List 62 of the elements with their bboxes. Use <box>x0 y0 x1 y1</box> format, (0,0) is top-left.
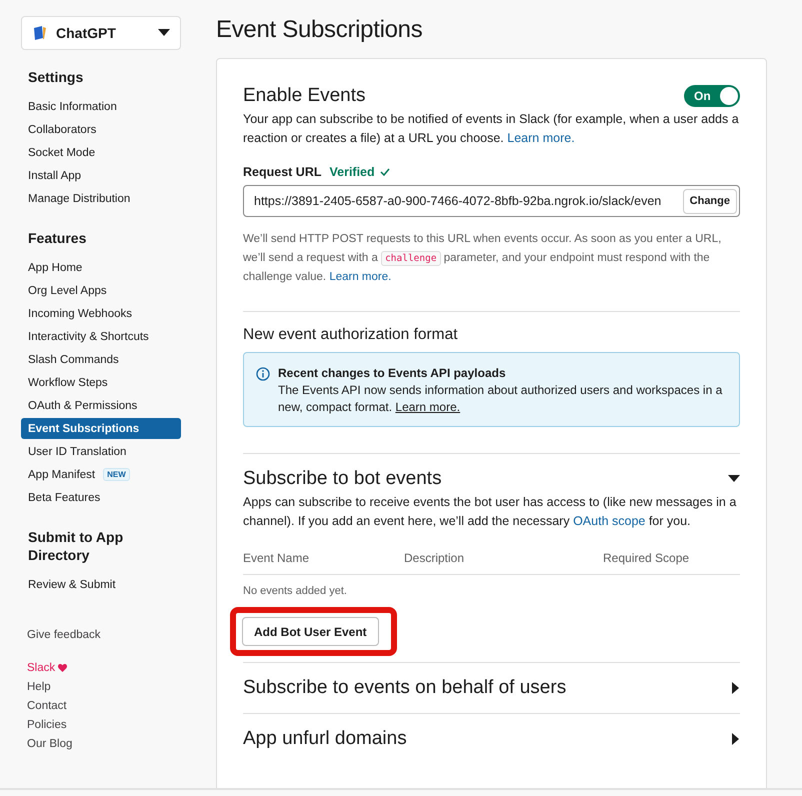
sidebar-heading: Features <box>28 229 88 247</box>
footer-link[interactable]: Our Blog <box>21 734 181 753</box>
sidebar-item[interactable]: Slash Commands <box>21 349 181 370</box>
new-badge: NEW <box>103 468 130 481</box>
sidebar-item[interactable]: App Home <box>21 257 181 278</box>
sidebar-heading: Submit to App Directory <box>28 528 124 564</box>
sidebar-item[interactable]: Interactivity & Shortcuts <box>21 326 181 347</box>
url-field[interactable]: https://3891-2405-6587-a0-900-7466-4072-8bfb-92ba.ngrok.io/slack/even Change <box>243 185 740 217</box>
toggle-switch[interactable]: On <box>684 85 740 107</box>
feedback-link[interactable]: Give feedback <box>21 625 181 644</box>
change-button[interactable]: Change <box>682 188 737 214</box>
section-header[interactable]: App unfurl domains <box>243 728 740 750</box>
footer-link[interactable]: Slack <box>21 658 181 677</box>
heart-icon <box>58 664 68 672</box>
app-selector[interactable]: ChatGPT <box>21 16 181 50</box>
learn-more-link[interactable]: Learn more. <box>507 131 575 145</box>
sidebar-item[interactable]: Incoming Webhooks <box>21 303 181 324</box>
section-header[interactable]: Subscribe to bot events <box>243 468 740 490</box>
caret-down-icon <box>158 29 170 37</box>
sidebar-item[interactable]: Collaborators <box>21 119 181 140</box>
empty-message: No events added yet. <box>243 585 348 597</box>
notice-title: Recent changes to Events API payloads <box>278 365 507 382</box>
footer-link[interactable]: Contact <box>21 696 181 715</box>
column-header: Event Name <box>243 551 310 565</box>
code-snippet: challenge <box>381 251 441 266</box>
learn-more-link[interactable]: Learn more. <box>395 400 460 414</box>
sidebar-item[interactable]: Workflow Steps <box>21 372 181 393</box>
section-title: New event authorization format <box>243 326 459 344</box>
sidebar-item[interactable]: Manage Distribution <box>21 188 181 209</box>
caret-right-icon <box>732 733 740 745</box>
section-description: Your app can subscribe to be notified of events in Slack (for example, when a user adds a reaction or creates a file) at a URL you choose. Learn more. <box>243 111 740 147</box>
sidebar-item[interactable]: Event Subscriptions <box>21 418 181 439</box>
info-icon <box>256 367 270 381</box>
app-logo-icon <box>32 25 48 41</box>
sidebar-item[interactable]: Org Level Apps <box>21 280 181 301</box>
footer-link[interactable]: Policies <box>21 715 181 734</box>
caret-down-icon <box>728 475 740 483</box>
check-icon <box>380 168 390 176</box>
section-header[interactable]: Subscribe to events on behalf of users <box>243 677 740 699</box>
sidebar-item[interactable]: Beta Features <box>21 487 181 508</box>
learn-more-link[interactable]: Learn more. <box>329 271 392 283</box>
section-title: Enable Events <box>243 85 366 107</box>
column-header: Description <box>404 551 466 565</box>
page-title: Event Subscriptions <box>216 16 424 44</box>
sidebar-heading: Settings <box>28 68 84 86</box>
footer-link[interactable]: Help <box>21 677 181 696</box>
sidebar-item[interactable]: App Manifest NEW <box>21 464 181 485</box>
section-description: Apps can subscribe to receive events the bot user has access to (like new messages in a channel). If you add an event here, we’ll add the necessary OAuth scope for you. <box>243 494 738 530</box>
caret-right-icon <box>732 682 740 694</box>
column-header: Required Scope <box>603 551 690 565</box>
help-text: We’ll send HTTP POST requests to this URL when events occur. As soon as you enter a URL, we’ll send a request with a challenge parameter, and your endpoint must respond with the challenge value. Learn more. <box>243 232 722 285</box>
notice-text: The Events API now sends information about authorized users and workspaces in a new, compact format. Learn more. <box>278 382 724 416</box>
sidebar-item[interactable]: Review & Submit <box>21 574 181 595</box>
sidebar-item[interactable]: OAuth & Permissions <box>21 395 181 416</box>
learn-more-link[interactable]: OAuth scope <box>573 514 646 528</box>
sidebar-item[interactable]: Socket Mode <box>21 142 181 163</box>
sidebar-item[interactable]: Basic Information <box>21 96 181 117</box>
sidebar-item[interactable]: User ID Translation <box>21 441 181 462</box>
add-event-button[interactable]: Add Bot User Event <box>242 617 379 646</box>
sidebar-item[interactable]: Install App <box>21 165 181 186</box>
field-label: Request URL <box>243 165 322 179</box>
verified-status: Verified <box>329 165 375 179</box>
